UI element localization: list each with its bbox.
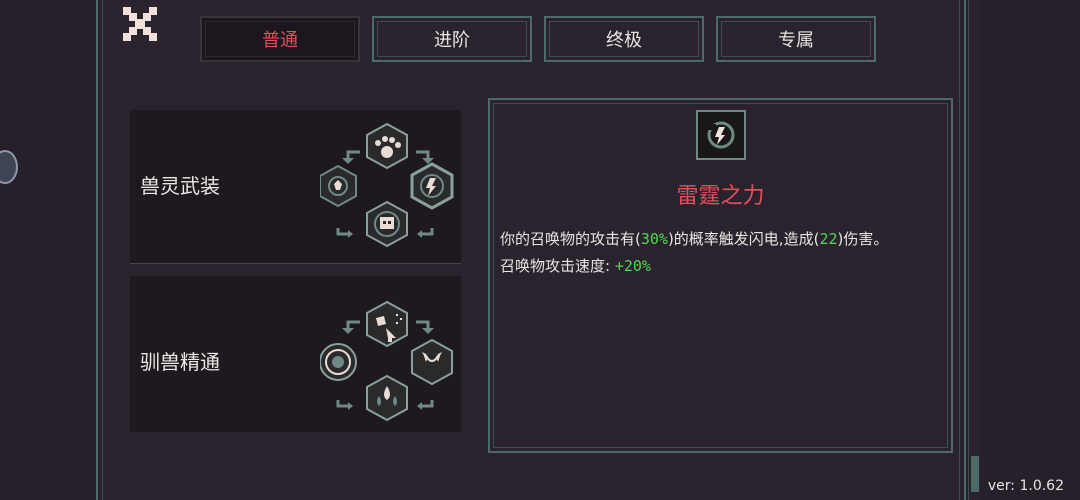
tab-ultimate[interactable]: 终极 [544, 16, 704, 62]
card-divider [130, 263, 461, 264]
stat-label: 召唤物攻击速度: [500, 257, 611, 275]
tab-ultimate-label: 终极 [606, 30, 642, 51]
skill-card-beast-mastery[interactable]: 驯兽精通 [130, 276, 461, 432]
skill-card-beast-armament[interactable]: 兽灵武装 [130, 110, 461, 263]
skill-description: 你的召唤物的攻击有(30%)的概率触发闪电,造成(22)伤害。 召唤物攻击速度:… [500, 226, 945, 280]
desc-text: )伤害。 [837, 230, 889, 248]
version-label: ver: 1.0.62 [987, 478, 1064, 494]
skill-title: 雷霆之力 [676, 184, 765, 209]
skill-name: 驯兽精通 [140, 350, 220, 374]
drops-icon [366, 374, 408, 422]
stat-value: +20% [614, 257, 651, 275]
tab-advanced-label: 进阶 [434, 30, 470, 51]
tab-advanced[interactable]: 进阶 [372, 16, 532, 62]
side-bubble[interactable] [0, 150, 18, 184]
tab-normal[interactable]: 普通 [200, 16, 360, 62]
skull-icon [366, 200, 408, 248]
fang-icon [411, 338, 453, 386]
description-line-2: 召唤物攻击速度: +20% [500, 253, 945, 280]
skill-name: 兽灵武装 [140, 174, 220, 198]
trigger-chance: 30% [640, 230, 668, 248]
claw-icon [320, 164, 357, 208]
tab-normal-label: 普通 [262, 30, 298, 51]
desc-text: )的概率触发闪电,造成( [667, 230, 820, 248]
damage-value: 22 [819, 230, 838, 248]
skill-detail-panel: 雷霆之力 你的召唤物的攻击有(30%)的概率触发闪电,造成(22)伤害。 召唤物… [488, 98, 953, 453]
tab-exclusive[interactable]: 专属 [716, 16, 876, 62]
close-icon[interactable] [120, 4, 160, 44]
scrollbar[interactable] [968, 0, 981, 500]
lightning-icon [410, 162, 454, 210]
tab-exclusive-label: 专属 [778, 30, 814, 51]
skill-tree-graph [320, 122, 454, 248]
desc-text: 你的召唤物的攻击有( [500, 230, 641, 248]
description-line-1: 你的召唤物的攻击有(30%)的概率触发闪电,造成(22)伤害。 [500, 226, 945, 253]
target-icon [320, 343, 357, 381]
scroll-thumb[interactable] [971, 456, 979, 492]
lightning-icon [696, 110, 746, 160]
paw-icon [366, 122, 408, 170]
beast-head-icon [366, 300, 408, 348]
skill-tree-graph [320, 300, 453, 422]
